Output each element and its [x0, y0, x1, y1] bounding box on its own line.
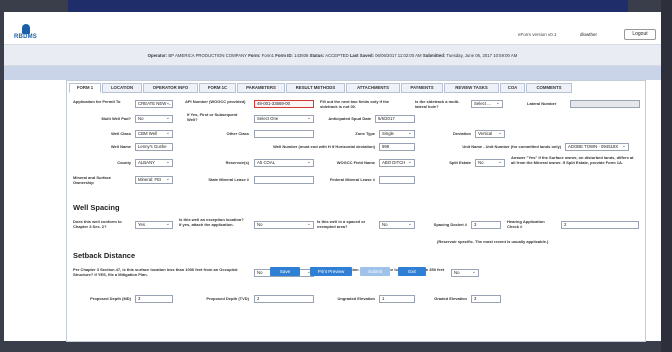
- spud-date-input[interactable]: 6/6/2017: [375, 115, 415, 123]
- tab-payments[interactable]: PAYMENTS: [401, 83, 443, 93]
- reservoir-label: Reservoir(s): [225, 160, 249, 165]
- state-lease-input[interactable]: [254, 176, 314, 184]
- tab-result-methods[interactable]: RESULT METHODS: [286, 83, 345, 93]
- print-preview-button[interactable]: Print Preview: [310, 267, 352, 276]
- sec22-select[interactable]: No: [451, 269, 479, 277]
- other-class-input[interactable]: [254, 130, 314, 138]
- tab-coa[interactable]: COA: [500, 83, 525, 93]
- sec47-label: Per Chapter 3 Section 47, is this surfac…: [73, 267, 238, 277]
- conform-label: Does this well conform to Chapter 3 Sec.…: [73, 219, 122, 229]
- exception-select[interactable]: No: [254, 221, 314, 229]
- well-name-label: Well Name: [110, 144, 131, 149]
- zone-type-select[interactable]: Single: [379, 130, 415, 138]
- save-button[interactable]: Save: [270, 267, 300, 276]
- tab-bar: FORM 1 LOCATION OPERATOR INFO FORM 1C PA…: [67, 83, 647, 93]
- well-class-label: Well Class: [111, 131, 131, 136]
- logo-icon: [22, 24, 30, 34]
- top-strip: [68, 0, 628, 12]
- graded-elevation-label: Graded Elevation: [434, 296, 467, 301]
- field-name-label: WOGCC Field Name: [336, 160, 375, 165]
- page: RBDMS eForm version v0.1 dlowther Logout…: [4, 12, 661, 342]
- sidetrack-select[interactable]: Select ...: [471, 100, 503, 108]
- proposed-tvd-input[interactable]: 2: [254, 295, 314, 303]
- form-panel: FORM 1 LOCATION OPERATOR INFO FORM 1C PA…: [66, 80, 646, 342]
- unit-name-select[interactable]: ADOBE TOWN - 094518X: [565, 143, 629, 151]
- setback-heading: Setback Distance: [73, 251, 136, 260]
- app-permit-label: Application for Permit To: [73, 99, 121, 104]
- split-estate-label: Split Estate: [449, 160, 471, 165]
- hearing-check-input[interactable]: 2: [561, 221, 639, 229]
- exit-button[interactable]: Exit: [398, 267, 426, 276]
- multi-well-pad-label: Multi Well Pad?: [101, 116, 131, 121]
- proposed-md-label: Proposed Depth (MD): [90, 296, 131, 301]
- zone-type-label: Zone Type: [355, 131, 375, 136]
- ungraded-elevation-label: Ungraded Elevation: [337, 296, 375, 301]
- username: dlowther: [580, 32, 598, 37]
- sidetrack-label: Is the sidetrack a multi-lateral hole?: [415, 99, 460, 109]
- tab-attachments[interactable]: ATTACHMENTS: [346, 83, 400, 93]
- deviation-select[interactable]: Vertical: [475, 130, 505, 138]
- well-spacing-heading: Well Spacing: [73, 203, 120, 212]
- spud-date-label: Anticipated Spud Date: [328, 116, 371, 121]
- unit-name-label: Unit Name - Unit Number (for committed l…: [462, 144, 561, 149]
- well-number-input[interactable]: 999: [379, 143, 415, 151]
- ungraded-elevation-input[interactable]: 1: [379, 295, 415, 303]
- blue-band: [4, 66, 661, 80]
- exception-label: Is this well an exception location? If y…: [179, 217, 244, 227]
- mineral-ownership-label: Mineral and Surface Ownership: [73, 175, 112, 185]
- spacing-docket-label: Spacing Docket #: [433, 222, 467, 227]
- logout-button[interactable]: Logout: [624, 29, 656, 40]
- field-name-select[interactable]: ABO DITCH: [379, 159, 415, 167]
- proposed-tvd-label: Proposed Depth (TVD): [206, 296, 249, 301]
- spacing-docket-input[interactable]: 3: [471, 221, 501, 229]
- split-estate-select[interactable]: No: [475, 159, 505, 167]
- reservoir-select[interactable]: A5 COAL: [254, 159, 314, 167]
- well-class-select[interactable]: CBM Well: [135, 130, 173, 138]
- tab-location[interactable]: LOCATION: [102, 83, 142, 93]
- tab-comments[interactable]: COMMENTS: [526, 83, 572, 93]
- mineral-ownership-select[interactable]: Mineral: FEI: [135, 176, 173, 184]
- federal-lease-input[interactable]: [379, 176, 415, 184]
- conform-select[interactable]: Yes: [135, 221, 173, 229]
- reservoir-note: (Reservoir specific. The most recent is …: [437, 239, 549, 244]
- scrollbar-track[interactable]: [661, 0, 672, 352]
- first-well-select[interactable]: Select One: [254, 115, 314, 123]
- hearing-check-label: Hearing Application Check #: [507, 219, 545, 229]
- api-number-label: API Number (WOGCC provided): [185, 99, 246, 104]
- split-estate-note: Answer "Yes" if the Surface owner, on di…: [511, 155, 634, 165]
- api-number-input[interactable]: 49-001-33569-00: [254, 100, 314, 108]
- tab-form1c[interactable]: FORM 1C: [199, 83, 236, 93]
- federal-lease-label: Federal Mineral Lease #: [329, 177, 375, 182]
- first-well-label: If Yes, First or Subsequent Well?: [187, 112, 238, 122]
- spaced-area-label: Is this well in a spaced or exempted are…: [317, 219, 366, 229]
- tab-operator-info[interactable]: OPERATOR INFO: [143, 83, 198, 93]
- tab-form1[interactable]: FORM 1: [69, 83, 101, 93]
- well-name-input[interactable]: Lenny's Gushe: [135, 143, 173, 151]
- well-number-label: Well Number (must end with H if Horizont…: [273, 144, 375, 149]
- deviation-label: Deviation: [452, 131, 471, 136]
- graded-elevation-input[interactable]: 3: [471, 295, 501, 303]
- other-class-label: Other Class: [226, 131, 249, 136]
- form-info-bar: Operator: BP AMERICA PRODUCTION COMPANY …: [4, 44, 661, 66]
- lateral-number-input[interactable]: [570, 100, 640, 108]
- submit-button[interactable]: Submit: [360, 267, 390, 276]
- fill-out-note: Fill out the next two fields only if the…: [320, 99, 390, 109]
- county-select[interactable]: ALBANY: [135, 159, 173, 167]
- tab-parameters[interactable]: PARAMETERS: [237, 83, 285, 93]
- tab-review-tasks[interactable]: REVIEW TASKS: [444, 83, 499, 93]
- form-info-text: Operator: BP AMERICA PRODUCTION COMPANY …: [147, 53, 518, 58]
- county-label: County: [117, 160, 131, 165]
- rbdms-logo: RBDMS: [14, 24, 44, 42]
- multi-well-pad-select[interactable]: No: [135, 115, 173, 123]
- logo-text: RBDMS: [14, 34, 37, 40]
- app-permit-select[interactable]: CREATE NEW ...: [135, 100, 173, 108]
- proposed-md-input[interactable]: 3: [135, 295, 173, 303]
- app-header: RBDMS eForm version v0.1 dlowther Logout: [4, 12, 661, 44]
- lateral-number-label: Lateral Number: [527, 101, 557, 106]
- spaced-area-select[interactable]: No: [379, 221, 415, 229]
- state-lease-label: State Mineral Lease #: [208, 177, 249, 182]
- version-text: eForm version v0.1: [518, 32, 557, 37]
